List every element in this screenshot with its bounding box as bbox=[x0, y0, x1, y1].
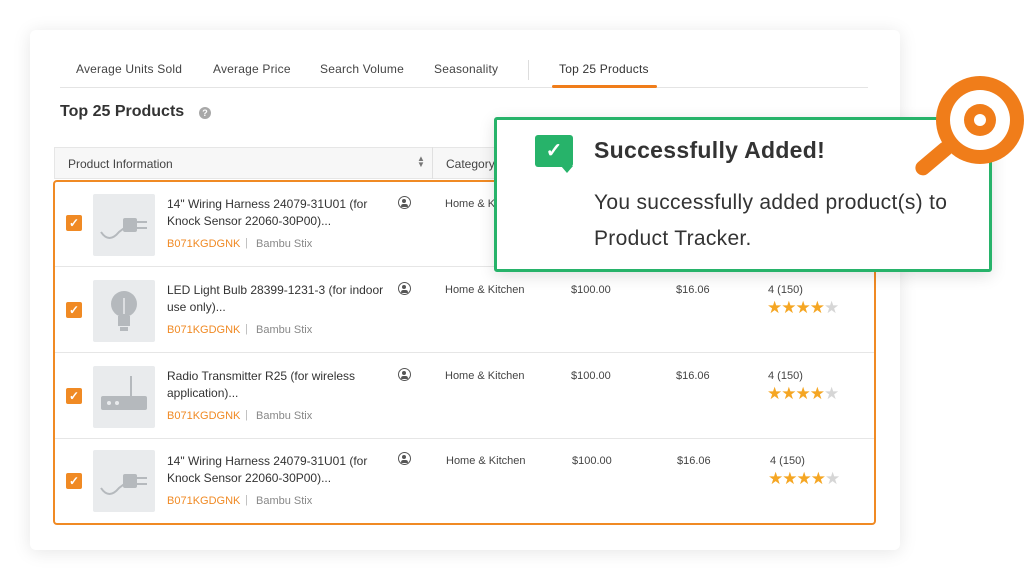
sort-icon[interactable]: ▲ ▼ bbox=[417, 155, 425, 169]
product-fee: $16.06 bbox=[676, 284, 710, 296]
wiring-harness-thumbnail bbox=[93, 450, 155, 512]
tab-divider bbox=[528, 60, 529, 80]
row-checkbox[interactable]: ✓ bbox=[66, 388, 82, 404]
product-asin[interactable]: B071KGDGNK bbox=[167, 495, 240, 507]
product-asin[interactable]: B071KGDGNK bbox=[167, 238, 240, 250]
user-icon[interactable] bbox=[398, 196, 411, 209]
tab-average-price[interactable]: Average Price bbox=[213, 62, 291, 76]
product-category: Home & Kitchen bbox=[446, 455, 526, 467]
section-title: Top 25 Products bbox=[60, 103, 185, 120]
product-rating: 4 (150) bbox=[770, 455, 805, 467]
product-rating: 4 (150) bbox=[768, 370, 803, 382]
user-icon[interactable] bbox=[398, 282, 411, 295]
help-icon[interactable]: ? bbox=[199, 107, 211, 119]
toast-message: You successfully added product(s) to Pro… bbox=[594, 191, 948, 250]
product-name[interactable]: 14" Wiring Harness 24079-31U01 (for Knoc… bbox=[167, 453, 397, 487]
product-brand: Bambu Stix bbox=[256, 410, 313, 422]
radio-transmitter-thumbnail bbox=[93, 366, 155, 428]
user-icon[interactable] bbox=[398, 452, 411, 465]
check-icon: ✓ bbox=[535, 135, 573, 167]
header-product-information[interactable]: Product Information bbox=[68, 157, 173, 171]
product-asin[interactable]: B071KGDGNK bbox=[167, 324, 240, 336]
toast-title: Successfully Added! bbox=[594, 137, 826, 163]
header-divider bbox=[432, 147, 433, 179]
tab-search-volume[interactable]: Search Volume bbox=[320, 62, 404, 76]
user-icon[interactable] bbox=[398, 368, 411, 381]
tab-seasonality[interactable]: Seasonality bbox=[434, 62, 498, 76]
magnifier-icon-dot bbox=[974, 114, 986, 126]
rating-stars: ★★★★★ bbox=[768, 469, 840, 488]
product-name[interactable]: 14" Wiring Harness 24079-31U01 (for Knoc… bbox=[167, 196, 397, 230]
product-name[interactable]: Radio Transmitter R25 (for wireless appl… bbox=[167, 368, 397, 402]
product-asin[interactable]: B071KGDGNK bbox=[167, 410, 240, 422]
product-fee: $16.06 bbox=[677, 455, 711, 467]
active-tab-indicator bbox=[552, 85, 657, 88]
product-brand: Bambu Stix bbox=[256, 238, 313, 250]
product-brand: Bambu Stix bbox=[256, 324, 313, 336]
row-divider bbox=[55, 438, 874, 439]
row-checkbox[interactable]: ✓ bbox=[66, 302, 82, 318]
asin-brand-separator: | bbox=[245, 237, 248, 249]
asin-brand-separator: | bbox=[245, 323, 248, 335]
light-bulb-thumbnail bbox=[93, 280, 155, 342]
tab-average-units-sold[interactable]: Average Units Sold bbox=[76, 62, 182, 76]
rating-stars: ★★★★★ bbox=[767, 384, 839, 403]
product-price: $100.00 bbox=[571, 370, 611, 382]
row-checkbox[interactable]: ✓ bbox=[66, 215, 82, 231]
product-fee: $16.06 bbox=[676, 370, 710, 382]
header-category[interactable]: Category bbox=[446, 157, 495, 171]
tab-bar: Average Units Sold Average Price Search … bbox=[60, 52, 868, 88]
product-category: Home & K bbox=[445, 198, 496, 210]
check-icon-tail bbox=[561, 166, 573, 173]
product-price: $100.00 bbox=[572, 455, 612, 467]
product-category: Home & Kitchen bbox=[445, 284, 525, 296]
product-category: Home & Kitchen bbox=[445, 370, 525, 382]
asin-brand-separator: | bbox=[245, 494, 248, 506]
product-price: $100.00 bbox=[571, 284, 611, 296]
product-rating: 4 (150) bbox=[768, 284, 803, 296]
wiring-harness-thumbnail bbox=[93, 194, 155, 256]
asin-brand-separator: | bbox=[245, 409, 248, 421]
row-checkbox[interactable]: ✓ bbox=[66, 473, 82, 489]
tab-top-25-products[interactable]: Top 25 Products bbox=[559, 62, 649, 76]
row-divider bbox=[55, 352, 874, 353]
rating-stars: ★★★★★ bbox=[767, 298, 839, 317]
product-brand: Bambu Stix bbox=[256, 495, 313, 507]
product-name[interactable]: LED Light Bulb 28399-1231-3 (for indoor … bbox=[167, 282, 397, 316]
